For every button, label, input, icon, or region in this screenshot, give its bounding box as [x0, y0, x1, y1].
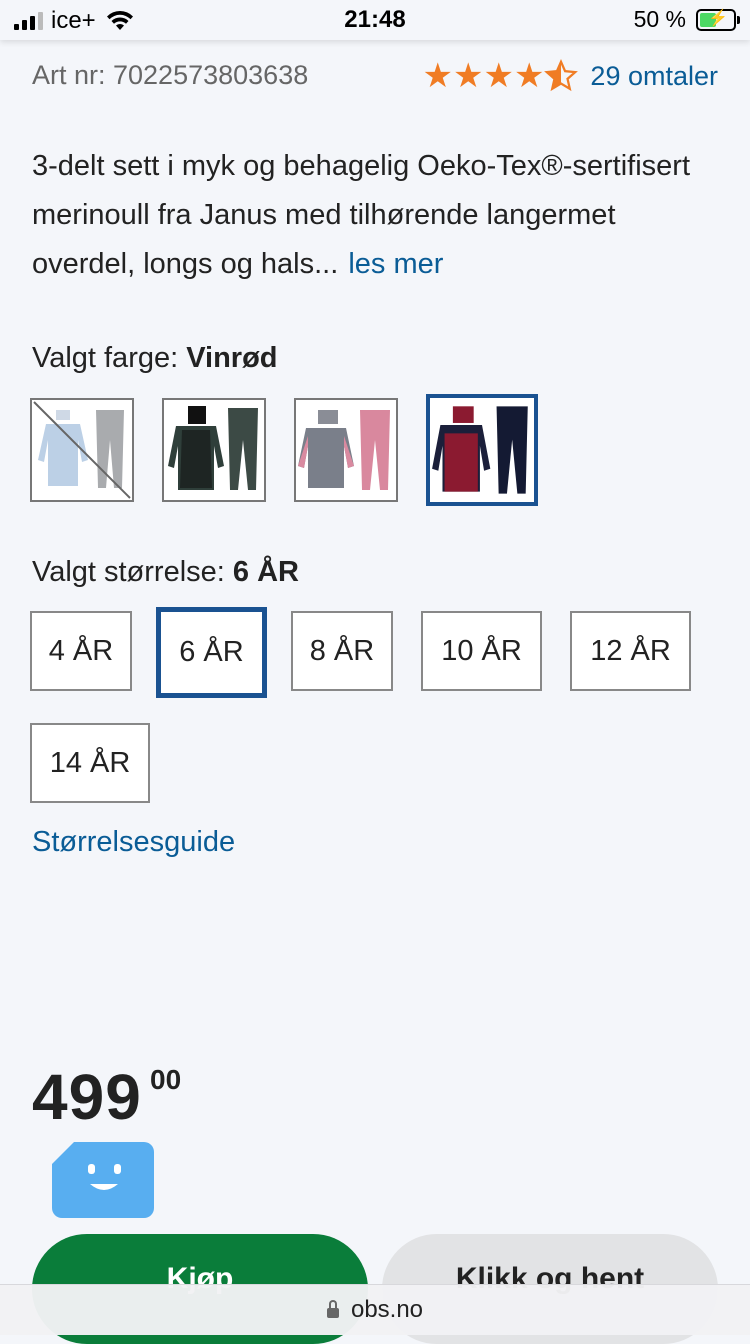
battery-icon: ⚡ — [696, 8, 740, 31]
half-star-icon — [544, 59, 579, 92]
size-option-6-selected[interactable]: 6 ÅR — [156, 607, 267, 698]
color-label: Valgt farge: Vinrød — [32, 342, 278, 375]
status-bar: ice+ 21:48 50 % ⚡ — [0, 0, 750, 40]
star-icon: ★ — [483, 57, 514, 95]
article-number: Art nr: 7022573803638 — [32, 60, 309, 90]
chat-widget-button[interactable] — [52, 1142, 154, 1218]
star-icon: ★ — [513, 57, 545, 95]
selected-color: Vinrød — [186, 342, 278, 374]
size-option-4[interactable]: 4 ÅR — [30, 611, 132, 691]
url-text: obs.no — [350, 1296, 424, 1323]
star-rating: ★ ★ ★ ★ — [422, 57, 579, 95]
star-icon: ★ — [422, 57, 453, 95]
size-guide-link[interactable]: Størrelsesguide — [32, 826, 235, 859]
swatch-burgundy-selected[interactable] — [426, 394, 538, 506]
star-icon: ★ — [452, 57, 484, 95]
price-main: 499 — [32, 1061, 142, 1133]
size-option-10[interactable]: 10 ÅR — [421, 611, 542, 691]
selected-size: 6 ÅR — [232, 556, 299, 588]
color-swatches — [30, 394, 538, 506]
price-decimals: 00 — [150, 1064, 182, 1095]
rating[interactable]: ★ ★ ★ ★ 29 omtaler — [422, 58, 718, 94]
price: 499 00 — [32, 1060, 181, 1134]
swatch-dark-green[interactable] — [162, 398, 266, 502]
product-description: 3-delt sett i myk og behagelig Oeko-Tex®… — [32, 142, 722, 289]
color-label-text: Valgt farge: — [32, 342, 187, 374]
lock-icon — [326, 1300, 339, 1318]
read-more-link[interactable]: les mer — [348, 248, 443, 280]
reviews-link[interactable]: 29 omtaler — [590, 61, 718, 92]
swatch-light-blue-unavailable[interactable] — [30, 398, 134, 502]
size-label-text: Valgt størrelse: — [32, 556, 233, 588]
size-option-14[interactable]: 14 ÅR — [30, 723, 150, 803]
size-label: Valgt størrelse: 6 ÅR — [32, 556, 299, 589]
smiley-icon — [88, 1164, 121, 1190]
size-option-8[interactable]: 8 ÅR — [291, 611, 393, 691]
battery-percent: 50 % — [633, 6, 686, 32]
swatch-grey-pink[interactable] — [294, 398, 398, 502]
size-option-12[interactable]: 12 ÅR — [570, 611, 691, 691]
browser-url-bar[interactable]: obs.no — [0, 1284, 750, 1335]
